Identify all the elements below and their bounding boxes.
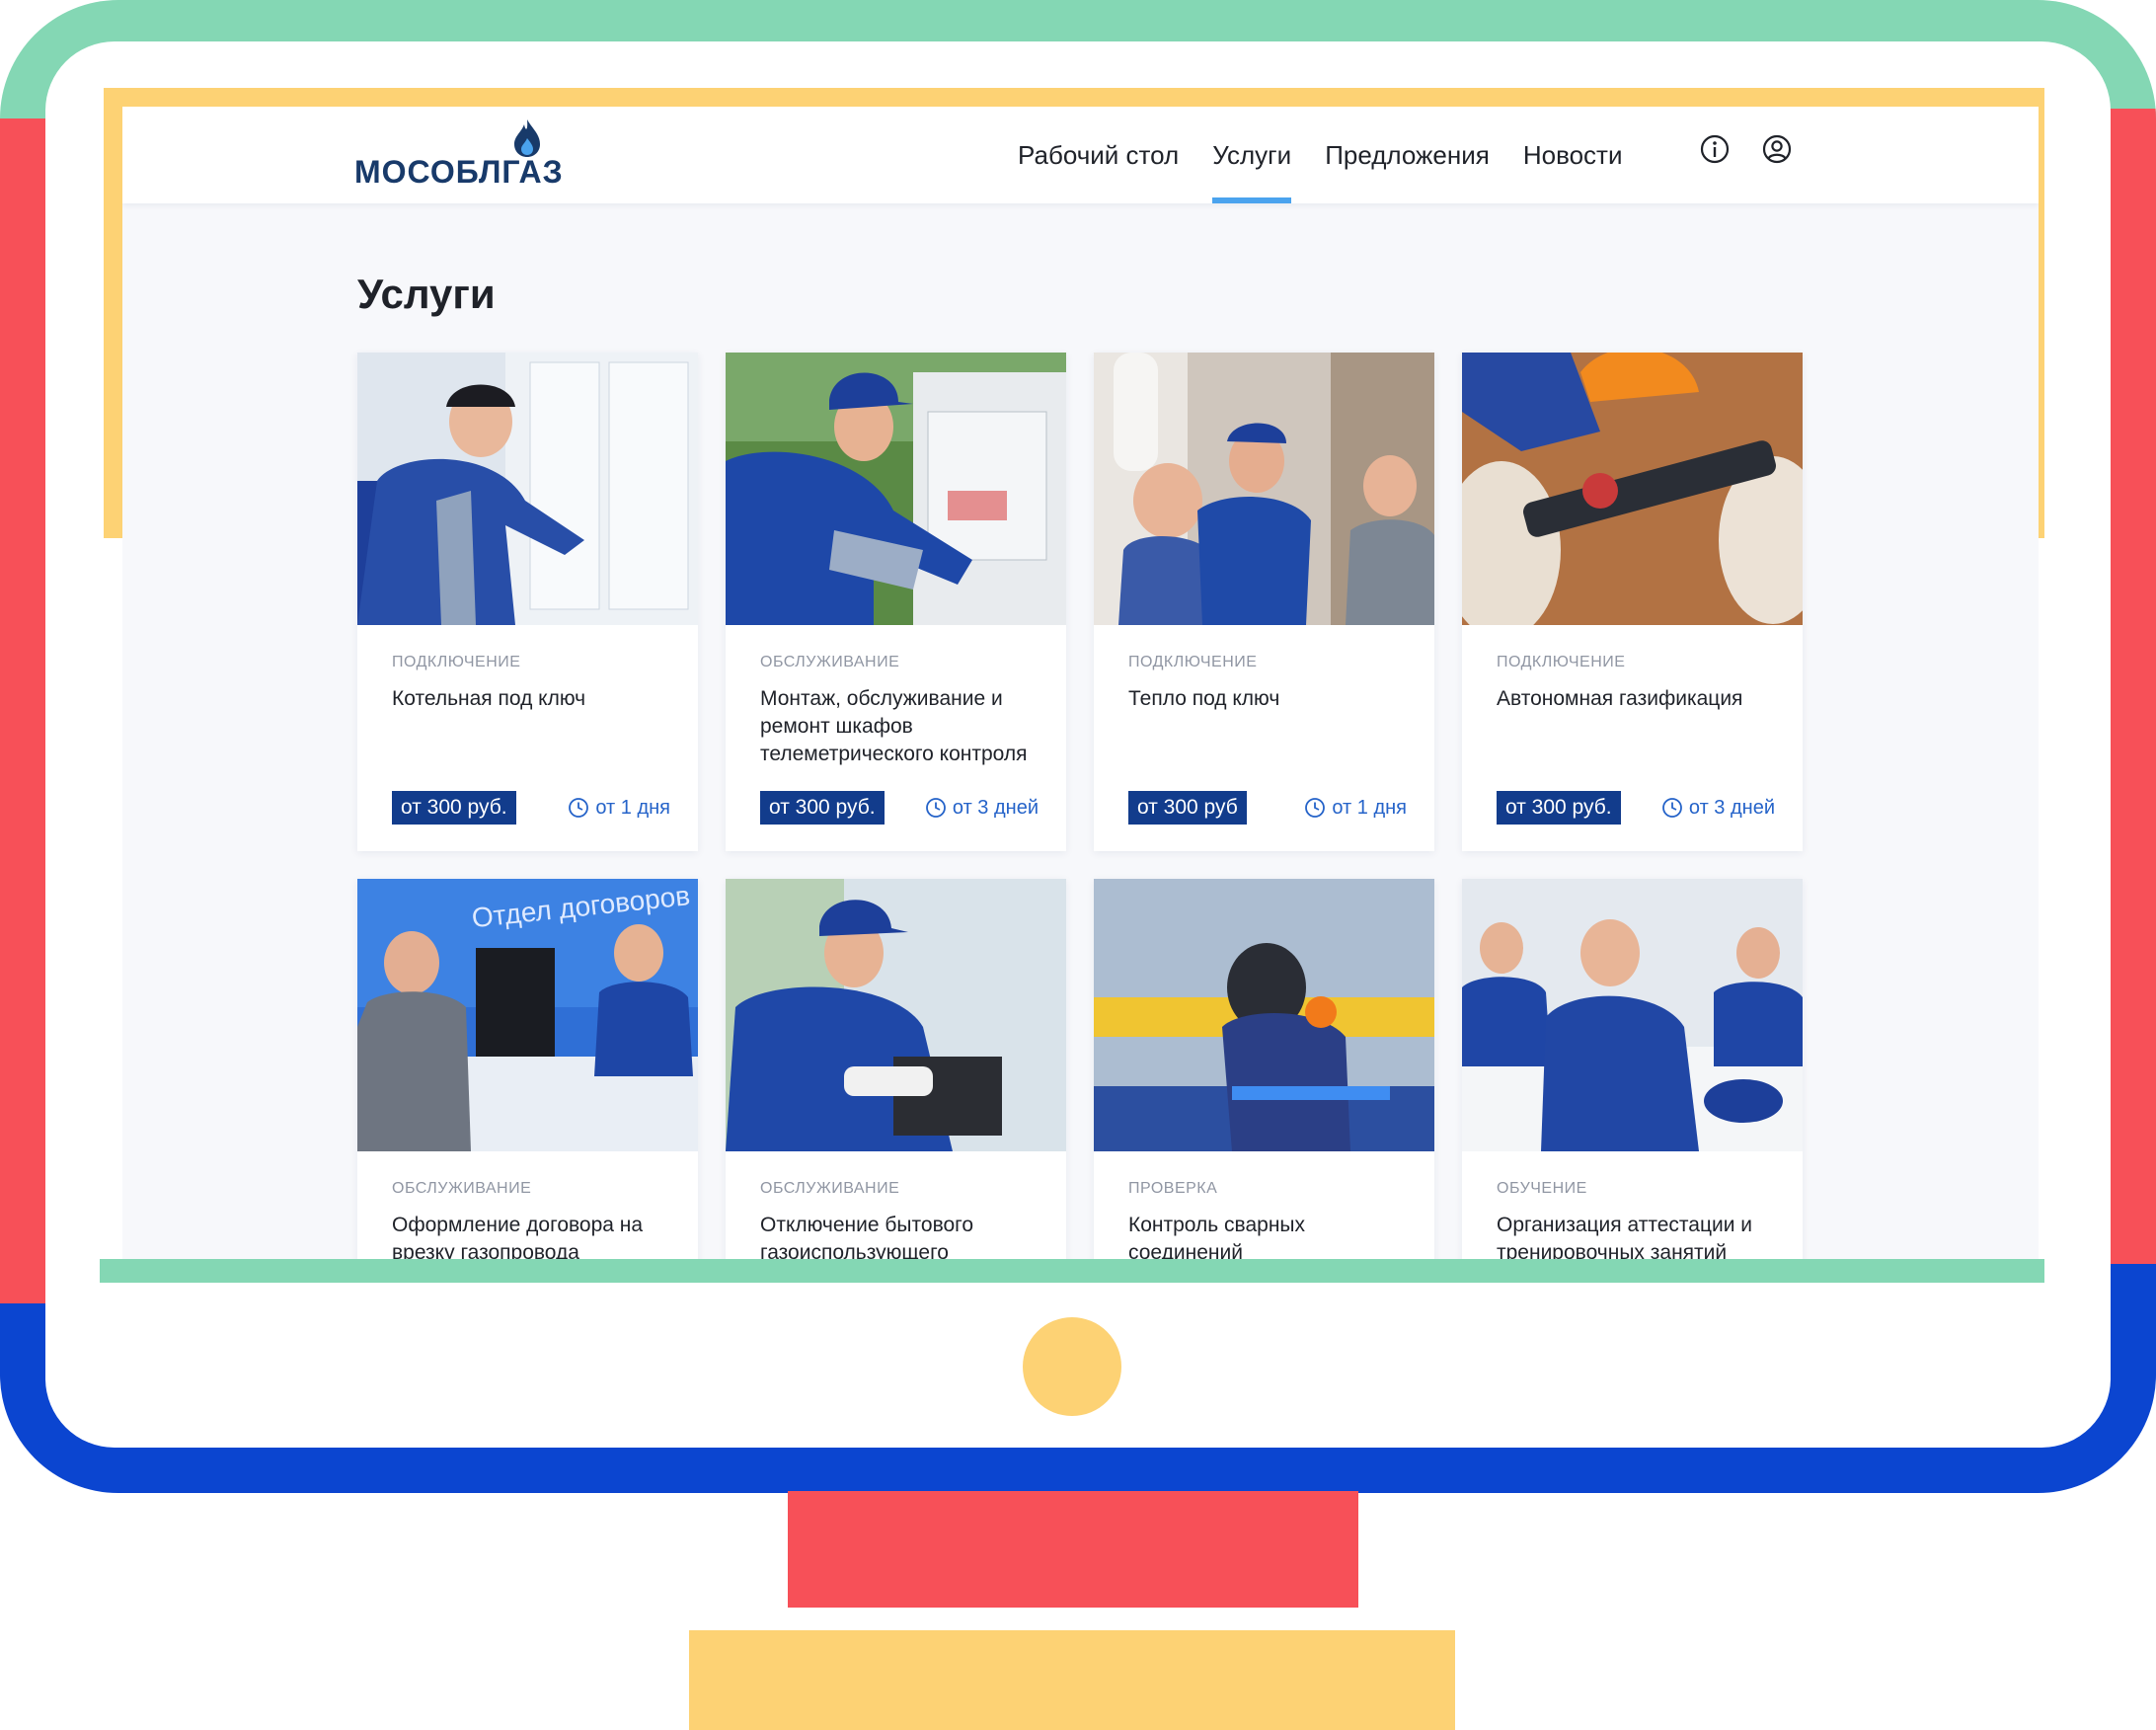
nav-item-news[interactable]: Новости — [1523, 107, 1623, 203]
service-card[interactable]: Обучение Организация аттестации и тренир… — [1462, 879, 1803, 1260]
service-photo — [726, 353, 1066, 625]
duration-text: от 1 дня — [595, 796, 670, 819]
service-photo — [1094, 353, 1434, 625]
service-category: Обучение — [1497, 1180, 1587, 1197]
service-photo — [1462, 879, 1803, 1151]
price-badge: от 300 руб. — [760, 791, 885, 825]
monitor-stand-neck — [788, 1491, 1358, 1608]
service-title: Тепло под ключ — [1128, 687, 1280, 710]
service-category: Обслуживание — [760, 1180, 900, 1197]
duration: от 1 дня — [1304, 791, 1407, 825]
duration: от 3 дней — [1661, 791, 1775, 825]
clock-icon — [1305, 798, 1326, 818]
service-card[interactable]: Подключение Автономная газификация от 30… — [1462, 353, 1803, 851]
service-card[interactable]: Проверка Контроль сварных соединений — [1094, 879, 1434, 1260]
info-icon[interactable] — [1699, 133, 1731, 165]
price-badge: от 300 руб. — [1497, 791, 1621, 825]
user-icon[interactable] — [1761, 133, 1793, 165]
service-photo — [1462, 353, 1803, 625]
service-title: Котельная под ключ — [392, 687, 586, 710]
clock-icon — [926, 798, 946, 818]
service-photo — [726, 879, 1066, 1151]
service-photo — [1094, 879, 1434, 1151]
service-category: Подключение — [1497, 654, 1626, 670]
duration-text: от 3 дней — [952, 796, 1039, 819]
nav-item-services[interactable]: Услуги — [1212, 107, 1291, 203]
monitor-power-dot — [1023, 1317, 1121, 1416]
service-title: Организация аттестации и тренировочных з… — [1497, 1214, 1753, 1260]
service-category: Подключение — [392, 654, 521, 670]
duration-text: от 3 дней — [1688, 796, 1775, 819]
service-photo — [357, 353, 698, 625]
service-title: Оформление договора на врезку газопровод… — [392, 1214, 644, 1260]
frame-green-bar — [100, 1259, 2044, 1283]
service-title: Отключение бытового газоиспользующего — [760, 1214, 974, 1260]
nav-item-offers[interactable]: Предложения — [1325, 107, 1490, 203]
app-header: МОСОБЛГАЗ Рабочий стол Услуги Предложени… — [122, 107, 2039, 203]
service-card[interactable]: Подключение Котельная под ключ от 300 ру… — [357, 353, 698, 851]
service-card[interactable]: Обслуживание Отключение бытового газоисп… — [726, 879, 1066, 1260]
duration-text: от 1 дня — [1332, 796, 1407, 819]
duration: от 1 дня — [568, 791, 670, 825]
service-category: Обслуживание — [760, 654, 900, 670]
clock-icon — [569, 798, 589, 818]
service-category: Подключение — [1128, 654, 1258, 670]
service-photo: Отдел договоров — [357, 879, 698, 1151]
brand-wordmark: МОСОБЛГАЗ — [354, 154, 564, 190]
price-badge: от 300 руб. — [392, 791, 516, 825]
service-category: Проверка — [1128, 1180, 1218, 1197]
brand-logo[interactable]: МОСОБЛГАЗ — [354, 113, 572, 192]
service-title: Контроль сварных соединений — [1128, 1214, 1306, 1260]
clock-icon — [1662, 798, 1682, 818]
service-card[interactable]: Обслуживание Монтаж, обслуживание и ремо… — [726, 353, 1066, 851]
service-card[interactable]: Отдел договоров Обслуживание Оформление … — [357, 879, 698, 1260]
price-badge: от 300 руб — [1128, 791, 1247, 825]
nav-item-desktop[interactable]: Рабочий стол — [1018, 107, 1179, 203]
service-card[interactable]: Подключение Тепло под ключ от 300 руб от… — [1094, 353, 1434, 851]
monitor-stand-base — [689, 1630, 1455, 1730]
main-nav: Рабочий стол Услуги Предложения Новости — [1018, 107, 1656, 203]
service-title: Монтаж, обслуживание и ремонт шкафов тел… — [760, 687, 1028, 765]
page-title: Услуги — [357, 271, 496, 317]
service-category: Обслуживание — [392, 1180, 532, 1197]
gas-flame-icon — [514, 119, 540, 157]
service-title: Автономная газификация — [1497, 687, 1743, 710]
screen: МОСОБЛГАЗ Рабочий стол Услуги Предложени… — [122, 107, 2039, 1260]
duration: от 3 дней — [925, 791, 1039, 825]
